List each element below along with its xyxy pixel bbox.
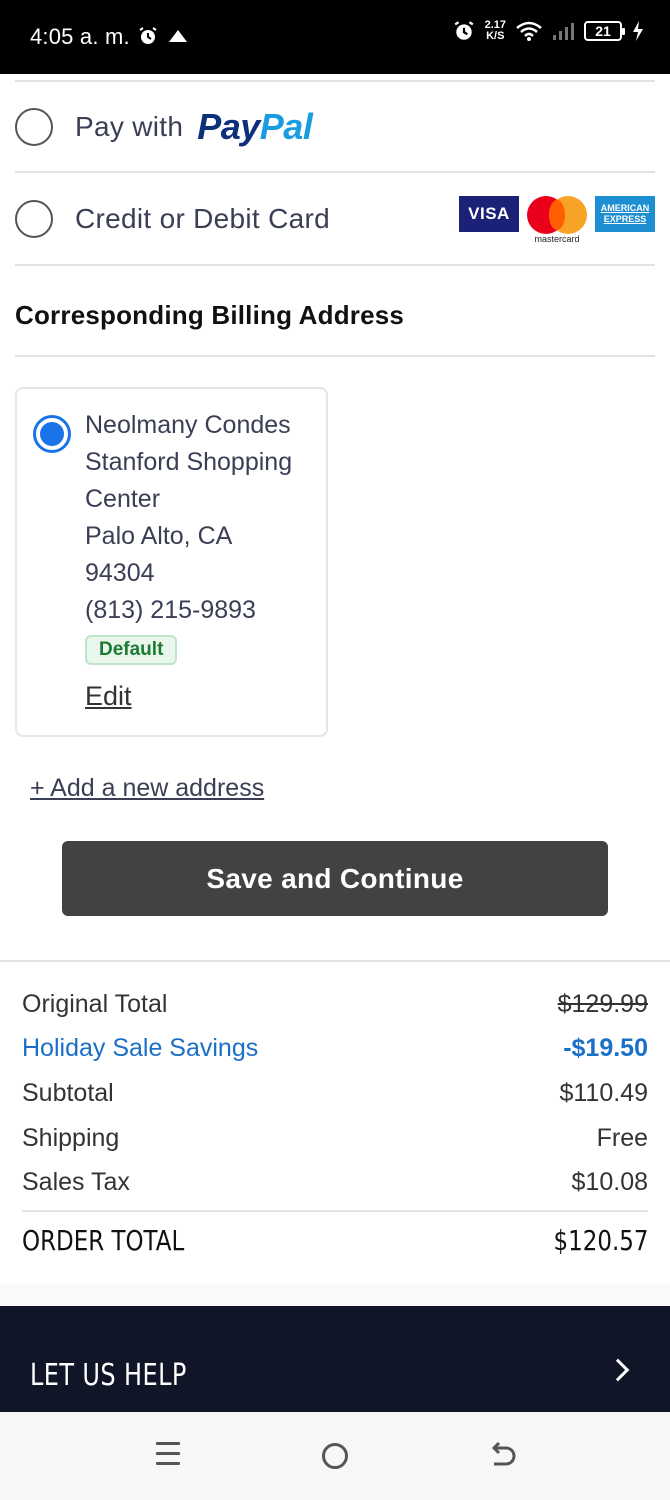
address-radio[interactable] [33, 415, 71, 453]
address-zip: 94304 [85, 559, 155, 587]
original-total-value: $129.99 [557, 990, 648, 1018]
shipping-label: Shipping [22, 1124, 120, 1152]
paypal-radio[interactable] [15, 108, 53, 146]
tax-value: $10.08 [571, 1168, 648, 1196]
subtotal-row: Subtotal $110.49 [22, 1079, 648, 1108]
shipping-row: Shipping Free [22, 1124, 648, 1153]
back-icon[interactable] [490, 1442, 516, 1470]
address-line1: Stanford Shopping [85, 448, 293, 476]
summary-divider [22, 1210, 648, 1212]
tax-label: Sales Tax [22, 1168, 130, 1196]
chevron-right-icon [606, 1358, 630, 1382]
address-lines: Neolmany Condes Stanford Shopping Center… [85, 407, 292, 629]
signal-icon [553, 23, 574, 40]
status-time: 4:05 a. m. [30, 24, 130, 49]
visa-text: VISA [468, 204, 510, 223]
divider [15, 80, 655, 82]
divider [15, 264, 655, 266]
cloud-upload-icon [169, 30, 187, 42]
alarm-icon [454, 21, 473, 40]
card-label: Credit or Debit Card [75, 203, 330, 234]
amex-line1: AMERICAN [600, 203, 650, 213]
amex-line2: EXPRESS [603, 214, 647, 224]
let-us-help-label: LET US HELP [30, 1358, 187, 1393]
paypal-option[interactable]: Pay with PayPal [15, 83, 655, 171]
shipping-value: Free [596, 1124, 648, 1152]
address-city: Palo Alto, CA [85, 522, 233, 550]
address-line2: Center [85, 485, 161, 513]
address-card[interactable]: Neolmany Condes Stanford Shopping Center… [15, 387, 328, 737]
let-us-help-bar[interactable]: LET US HELP [0, 1306, 670, 1412]
paypal-label: Pay with [75, 111, 184, 142]
system-nav-bar [0, 1412, 670, 1500]
battery-level: 21 [595, 23, 611, 39]
address-phone: (813) 215-9893 [85, 596, 256, 624]
net-speed-unit: K/S [486, 30, 505, 42]
default-badge: Default [85, 635, 178, 665]
subtotal-value: $110.49 [559, 1079, 648, 1107]
order-total-label: ORDER TOTAL [22, 1224, 185, 1257]
status-bar: 4:05 a. m. 2.17 K/S 21 [0, 0, 670, 74]
order-total-value: $120.57 [553, 1224, 649, 1257]
address-name: Neolmany Condes [85, 411, 291, 439]
amex-logo: AMERICAN EXPRESS [595, 196, 655, 232]
paypal-logo-pay: Pay [197, 106, 260, 147]
savings-row: Holiday Sale Savings -$19.50 [22, 1034, 648, 1063]
order-summary: Original Total $129.99 Holiday Sale Savi… [0, 960, 670, 1284]
card-logos: VISA mastercard AMERICAN EXPRESS [459, 196, 655, 246]
recent-apps-icon[interactable] [156, 1442, 180, 1466]
original-total-row: Original Total $129.99 [22, 990, 648, 1019]
order-total-row: ORDER TOTAL $120.57 [22, 1224, 648, 1257]
mastercard-logo: mastercard [527, 196, 587, 246]
save-and-continue-button[interactable]: Save and Continue [62, 841, 608, 916]
charging-icon [633, 21, 643, 41]
mastercard-text: mastercard [534, 234, 580, 244]
card-radio[interactable] [15, 200, 53, 238]
divider [15, 355, 655, 357]
net-speed: 2.17 K/S [485, 20, 506, 42]
savings-value: -$19.50 [563, 1034, 648, 1062]
divider [15, 171, 655, 173]
section-gap [0, 1284, 670, 1306]
savings-label: Holiday Sale Savings [22, 1034, 259, 1062]
battery-icon: 21 [584, 21, 625, 41]
card-option[interactable]: Credit or Debit Card VISA mastercard AME… [15, 175, 655, 263]
billing-title: Corresponding Billing Address [15, 300, 405, 330]
subtotal-label: Subtotal [22, 1079, 114, 1107]
tax-row: Sales Tax $10.08 [22, 1168, 648, 1197]
original-total-label: Original Total [22, 990, 168, 1018]
paypal-logo-pal: Pal [259, 106, 313, 147]
visa-logo: VISA [459, 196, 519, 232]
alarm-icon [139, 27, 157, 44]
wifi-icon [516, 21, 542, 41]
home-icon[interactable] [322, 1443, 348, 1469]
add-address-link[interactable]: + Add a new address [30, 774, 264, 803]
paypal-logo: PayPal [197, 106, 313, 148]
edit-address-link[interactable]: Edit [85, 681, 132, 712]
